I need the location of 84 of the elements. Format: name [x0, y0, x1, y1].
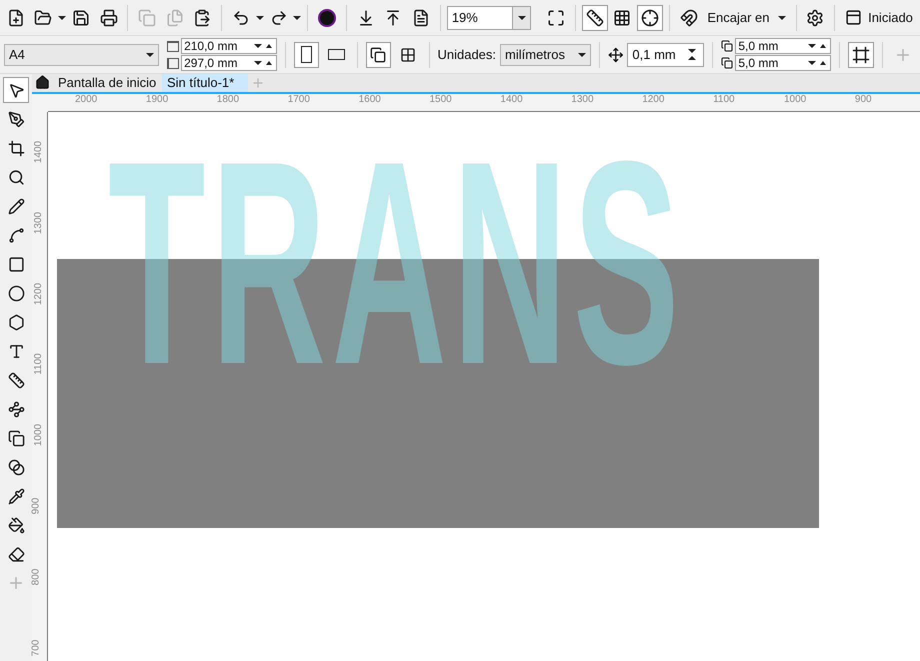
- undo-icon: [232, 8, 250, 26]
- nudge-field[interactable]: 0,1 mm: [627, 42, 704, 66]
- hexagon-icon: [8, 314, 24, 330]
- caret-icon: [58, 16, 66, 20]
- ruler-label: 1100: [713, 95, 735, 105]
- snap-menu[interactable]: Encajar en: [703, 8, 790, 28]
- frame-icon: [852, 46, 870, 64]
- shadow-icon: [8, 430, 24, 446]
- duplicate-x-field[interactable]: 5,0 mm: [735, 38, 832, 54]
- caret-icon: [578, 52, 586, 56]
- document-tab[interactable]: Sin título-1*: [162, 74, 248, 92]
- pen-icon: [8, 110, 24, 128]
- overlapping-squares-icon: [370, 46, 386, 62]
- guidelines-toggle[interactable]: [637, 4, 663, 30]
- ruler-label: 900: [31, 498, 42, 514]
- eraser-icon: [8, 546, 24, 562]
- ruler-label: 1400: [34, 140, 44, 164]
- caret-icon: [146, 52, 154, 56]
- ruler-label: 1300: [34, 212, 44, 234]
- curve-icon: [8, 226, 24, 244]
- settings-icon: [806, 8, 824, 26]
- caret-icon: [518, 16, 526, 20]
- full-screen-icon: [547, 8, 566, 26]
- duplicate-icon: [166, 8, 184, 26]
- grid-icon: [613, 8, 632, 26]
- height-icon: [167, 58, 180, 68]
- home-icon: [35, 75, 50, 90]
- ruler-label: 1100: [34, 354, 44, 376]
- new-document-icon: [6, 8, 25, 26]
- new-tab-icon: [251, 76, 265, 90]
- ruler-label: 1000: [34, 424, 44, 446]
- portrait-page-icon: [301, 46, 312, 63]
- units-dropdown[interactable]: milímetros: [500, 44, 591, 66]
- square-icon: [8, 256, 24, 272]
- pointer-icon: [8, 82, 24, 98]
- page-width-field[interactable]: 210,0 mm: [181, 38, 278, 54]
- ruler-label: 1200: [34, 282, 44, 305]
- print-icon: [100, 8, 118, 26]
- welcome-button[interactable]: Iniciado: [841, 8, 917, 28]
- landscape-page-icon: [328, 49, 345, 60]
- add-tool-icon: [7, 574, 25, 592]
- rulers-icon: [586, 8, 604, 26]
- caret-icon: [778, 16, 786, 20]
- search-icon: [8, 168, 24, 186]
- text-icon: [8, 342, 24, 360]
- ruler-label: 700: [31, 639, 42, 656]
- redo-icon: [270, 8, 288, 26]
- window-icon: [845, 9, 862, 26]
- nudge-icon: [608, 46, 624, 62]
- connector-icon: [8, 400, 24, 418]
- portrait-button[interactable]: [294, 42, 320, 68]
- duplicate-offset-icon: [721, 57, 734, 69]
- rulers-toggle[interactable]: [582, 4, 608, 30]
- circle-icon: [8, 284, 24, 302]
- bleed-frame-button[interactable]: [848, 42, 874, 68]
- ruler-label: 900: [854, 95, 872, 105]
- page-size-dropdown[interactable]: A4: [4, 44, 160, 66]
- width-icon: [167, 40, 180, 52]
- duplicate-offset-icon: [721, 40, 734, 52]
- duplicate-y-field[interactable]: 5,0 mm: [735, 55, 832, 71]
- ruler-label: 2000: [75, 95, 98, 105]
- pdf-icon: [412, 8, 430, 26]
- units-label: Unidades:: [437, 46, 496, 64]
- caret-icon: [256, 16, 264, 20]
- paste-icon: [193, 8, 212, 26]
- ruler-label: 800: [31, 568, 42, 586]
- pointer-tool[interactable]: [3, 77, 29, 103]
- caret-icon: [293, 16, 302, 20]
- open-icon: [34, 8, 52, 26]
- all-pages-toggle[interactable]: [366, 42, 392, 68]
- eyedropper-icon: [8, 488, 24, 504]
- copy-icon: [138, 8, 156, 26]
- grid-icon: [400, 46, 416, 62]
- page-height-field[interactable]: 297,0 mm: [181, 55, 278, 71]
- ruler-label: 1000: [784, 95, 806, 105]
- overlapping-circles-icon: [8, 458, 24, 476]
- paint-bucket-icon: [8, 516, 24, 534]
- guidelines-icon: [640, 8, 659, 26]
- snap-off-icon: [680, 8, 698, 26]
- zoom-field[interactable]: 19%: [446, 6, 532, 30]
- save-icon: [72, 8, 90, 26]
- crop-icon: [8, 140, 24, 156]
- ruler-icon: [8, 372, 24, 388]
- pencil-icon: [8, 198, 24, 214]
